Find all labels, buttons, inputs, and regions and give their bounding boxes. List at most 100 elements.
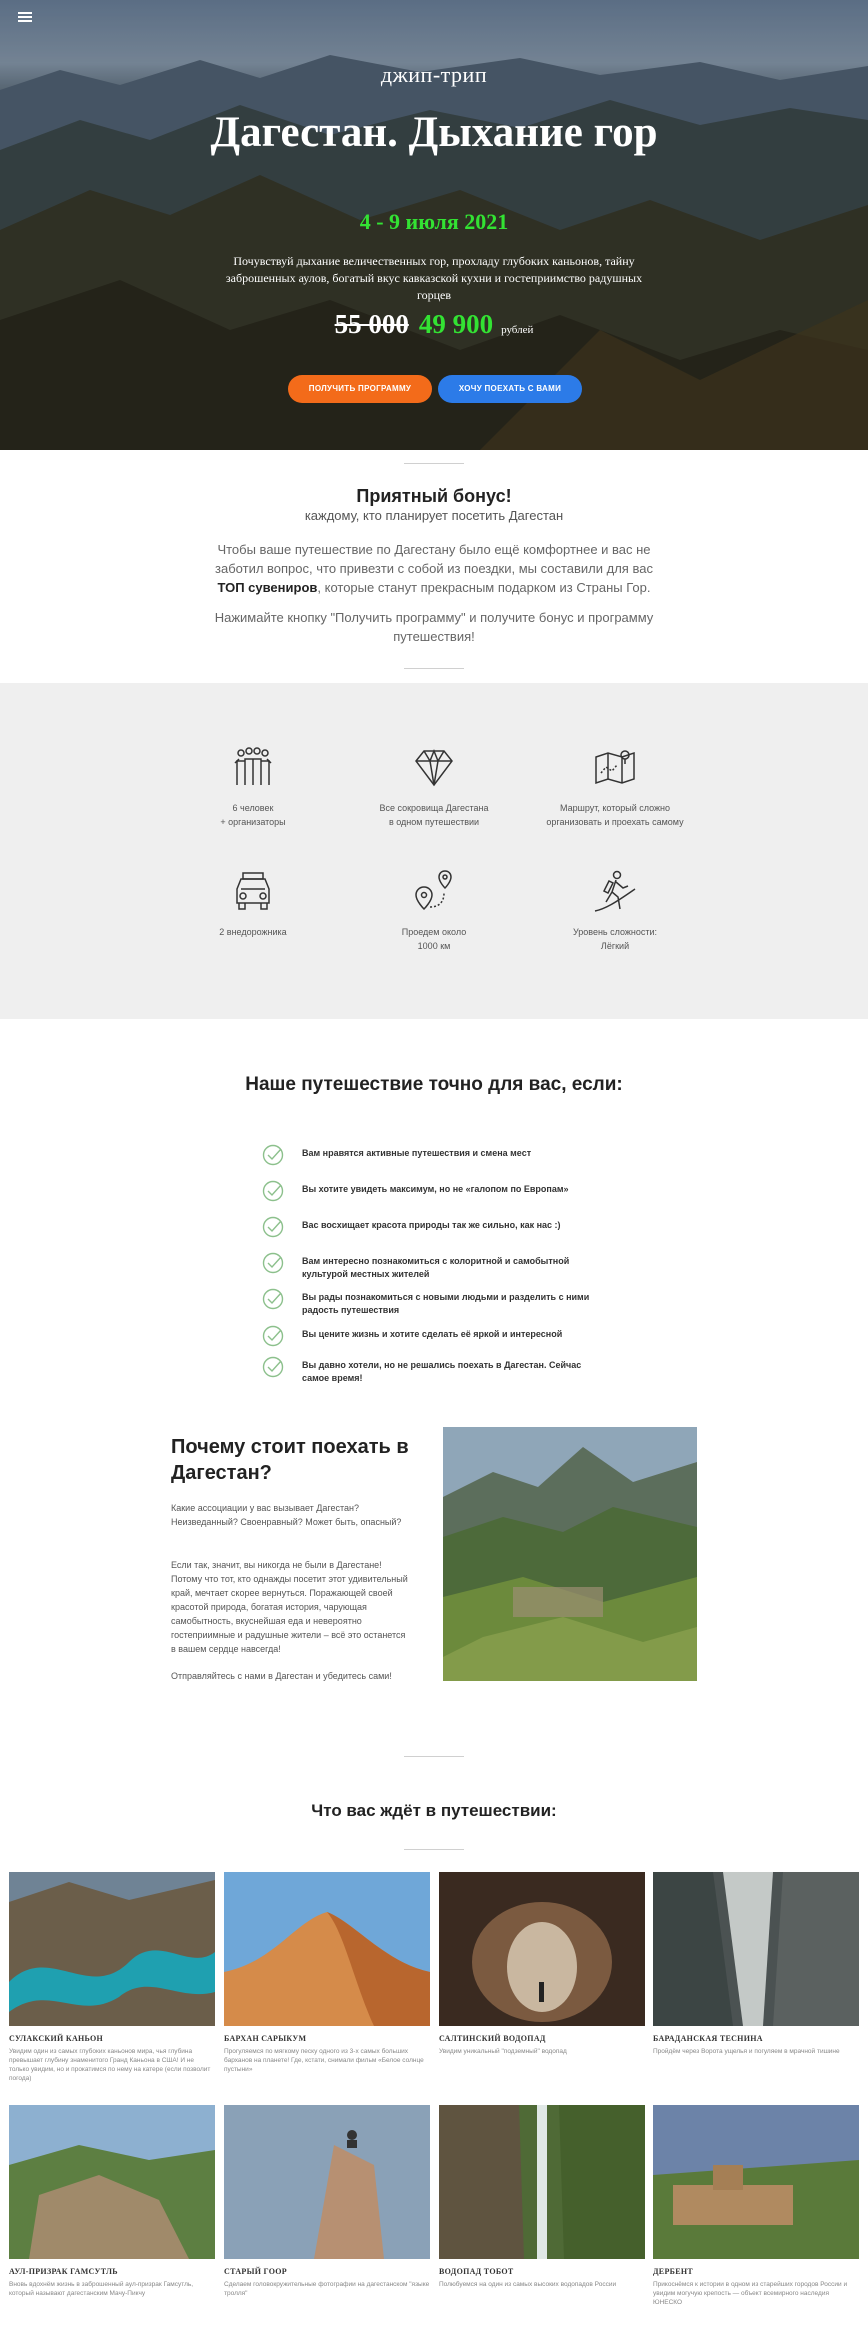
check-icon [262, 1325, 284, 1347]
diamond-icon [415, 748, 453, 787]
divider [404, 668, 464, 669]
group-icon [234, 747, 272, 785]
check-icon [262, 1180, 284, 1202]
new-price: 49 900 [418, 309, 494, 339]
feature-jeeps: 2 внедорожника [168, 869, 338, 939]
feature-group: 6 человек + организаторы [168, 745, 338, 829]
for-you-title: Наше путешествие точно для вас, если: [245, 1074, 623, 1095]
bonus-text-part-1: Чтобы ваше путешествие по Дагестану было… [215, 542, 653, 576]
feature-text: Маршрут, который сложно организовать и п… [530, 801, 700, 829]
feature-text: Уровень сложности: Лёгкий [530, 925, 700, 953]
feature-line: Уровень сложности: [572, 927, 658, 937]
place-card[interactable]: СУЛАКСКИЙ КАНЬОН Увидим один из самых гл… [9, 1872, 215, 2083]
checklist-text: Вас восхищает красота природы так же сил… [302, 1220, 561, 1230]
card-description: Прикоснёмся к истории в одном из старейш… [653, 2281, 848, 2306]
feature-text: Проедем около 1000 км [349, 925, 519, 953]
feature-text: 6 человек + организаторы [168, 801, 338, 829]
card-image [653, 2105, 859, 2259]
feature-line: 2 внедорожника [219, 927, 287, 937]
card-description: Полюбуемся на один из самых высоких водо… [439, 2281, 617, 2288]
feature-line: Маршрут, который сложно [560, 803, 670, 813]
divider [404, 1756, 464, 1757]
check-icon [262, 1216, 284, 1238]
card-title: БАРАДАНСКАЯ ТЕСНИНА [653, 2034, 763, 2043]
place-card[interactable]: САЛТИНСКИЙ ВОДОПАД Увидим уникальный "по… [439, 1872, 645, 2056]
card-image [224, 2105, 430, 2259]
hero-description: Почувствуй дыхание величественных гор, п… [225, 254, 643, 302]
checklist-text: Вам интересно познакомиться с колоритной… [302, 1256, 570, 1279]
card-description: Сделаем головокружительные фотографии на… [224, 2281, 430, 2297]
bonus-section: Приятный бонус! каждому, кто планирует п… [0, 450, 868, 683]
checklist-text: Вы хотите увидеть максимум, но не «галоп… [302, 1184, 569, 1194]
card-image [224, 1872, 430, 2026]
for-you-section: Наше путешествие точно для вас, если: Ва… [0, 1019, 868, 1414]
check-icon [262, 1252, 284, 1274]
check-icon [262, 1144, 284, 1166]
feature-line: Лёгкий [600, 941, 630, 951]
awaits-title: Что вас ждёт в путешествии: [311, 1801, 557, 1820]
feature-text: 2 внедорожника [168, 925, 338, 939]
bonus-text: Чтобы ваше путешествие по Дагестану было… [214, 540, 654, 597]
place-card[interactable]: БАРАДАНСКАЯ ТЕСНИНА Пройдём через Ворота… [653, 1872, 859, 2056]
hero-dates: 4 - 9 июля 2021 [359, 209, 509, 234]
checklist-text: Вы рады познакомиться с новыми людьми и … [302, 1292, 590, 1315]
card-title: ДЕРБЕНТ [653, 2267, 694, 2276]
feature-text: Все сокровища Дагестана в одном путешест… [349, 801, 519, 829]
dagestan-photo [443, 1427, 697, 1681]
awaits-section: Что вас ждёт в путешествии: СУЛАКСКИЙ КА… [0, 1744, 868, 2306]
get-program-button[interactable]: ПОЛУЧИТЬ ПРОГРАММУ [288, 375, 432, 403]
hero-title: Дагестан. Дыхание гор [210, 109, 658, 156]
bonus-text-part-2: , которые станут прекрасным подарком из … [317, 580, 651, 595]
card-title: СТАРЫЙ ГООР [224, 2267, 287, 2276]
card-title: АУЛ-ПРИЗРАК ГАМСУТЛЬ [9, 2267, 118, 2276]
route-icon [415, 870, 452, 911]
old-price: 55 000 [334, 309, 409, 339]
check-icon [262, 1288, 284, 1310]
mountain-valley-image [443, 1427, 697, 1681]
bonus-text-bold: ТОП сувениров [217, 580, 318, 595]
hero-subtitle: джип-трип [380, 62, 488, 87]
divider [404, 463, 464, 464]
place-card[interactable]: БАРХАН САРЫКУМ Прогуляемся по мягкому пе… [224, 1872, 430, 2074]
currency-label: рублей [501, 324, 534, 336]
hiker-icon [594, 870, 636, 912]
hero-content: джип-трип Дагестан. Дыхание гор 4 - 9 ию… [0, 0, 868, 450]
why-paragraph: Отправляйтесь с нами в Дагестан и убедит… [171, 1671, 392, 1681]
card-title: БАРХАН САРЫКУМ [224, 2034, 307, 2043]
card-image [439, 2105, 645, 2259]
card-description: Увидим один из самых глубоких каньонов м… [9, 2048, 211, 2082]
card-image [439, 1872, 645, 2026]
feature-line: Все сокровища Дагестана [379, 803, 489, 813]
checklist-text: Вам нравятся активные путешествия и смен… [302, 1148, 532, 1158]
card-title: САЛТИНСКИЙ ВОДОПАД [439, 2034, 546, 2043]
want-to-go-button[interactable]: ХОЧУ ПОЕХАТЬ С ВАМИ [438, 375, 582, 403]
feature-distance: Проедем около 1000 км [349, 869, 519, 953]
place-card[interactable]: АУЛ-ПРИЗРАК ГАМСУТЛЬ Вновь вдохнём жизнь… [9, 2105, 215, 2298]
feature-line: Проедем около [401, 927, 467, 937]
bonus-title: Приятный бонус! [356, 486, 512, 506]
feature-line: в одном путешествии [388, 817, 480, 827]
card-description: Пройдём через Ворота ущелья и погуляем в… [653, 2048, 840, 2055]
check-icon [262, 1356, 284, 1378]
card-image [9, 1872, 215, 2026]
card-description: Прогуляемся по мягкому песку одного из 3… [224, 2048, 424, 2073]
feature-difficulty: Уровень сложности: Лёгкий [530, 869, 700, 953]
map-icon [595, 750, 635, 785]
place-card[interactable]: СТАРЫЙ ГООР Сделаем головокружительные ф… [224, 2105, 430, 2298]
place-card[interactable]: ДЕРБЕНТ Прикоснёмся к истории в одном из… [653, 2105, 859, 2307]
why-title: Почему стоит поехать в Дагестан? [171, 1436, 409, 1484]
why-paragraph: Если так, значит, вы никогда не были в Д… [171, 1560, 408, 1654]
price-block: 55 000 49 900 рублей [0, 309, 868, 340]
checklist-text: Вы цените жизнь и хотите сделать её ярко… [302, 1329, 563, 1339]
hero-section: джип-трип Дагестан. Дыхание гор 4 - 9 ию… [0, 0, 868, 450]
divider [404, 1849, 464, 1850]
feature-line: 6 человек [232, 803, 274, 813]
bonus-subtitle: каждому, кто планирует посетить Дагестан [304, 508, 564, 523]
card-description: Вновь вдохнём жизнь в заброшенный аул-пр… [9, 2281, 194, 2297]
place-card[interactable]: ВОДОПАД ТОБОТ Полюбуемся на один из самы… [439, 2105, 645, 2289]
card-image [9, 2105, 215, 2259]
why-paragraph: Какие ассоциации у вас вызывает Дагестан… [171, 1503, 402, 1527]
feature-line: + организаторы [220, 817, 286, 827]
feature-route: Маршрут, который сложно организовать и п… [530, 745, 700, 829]
feature-line: организовать и проехать самому [546, 817, 684, 827]
